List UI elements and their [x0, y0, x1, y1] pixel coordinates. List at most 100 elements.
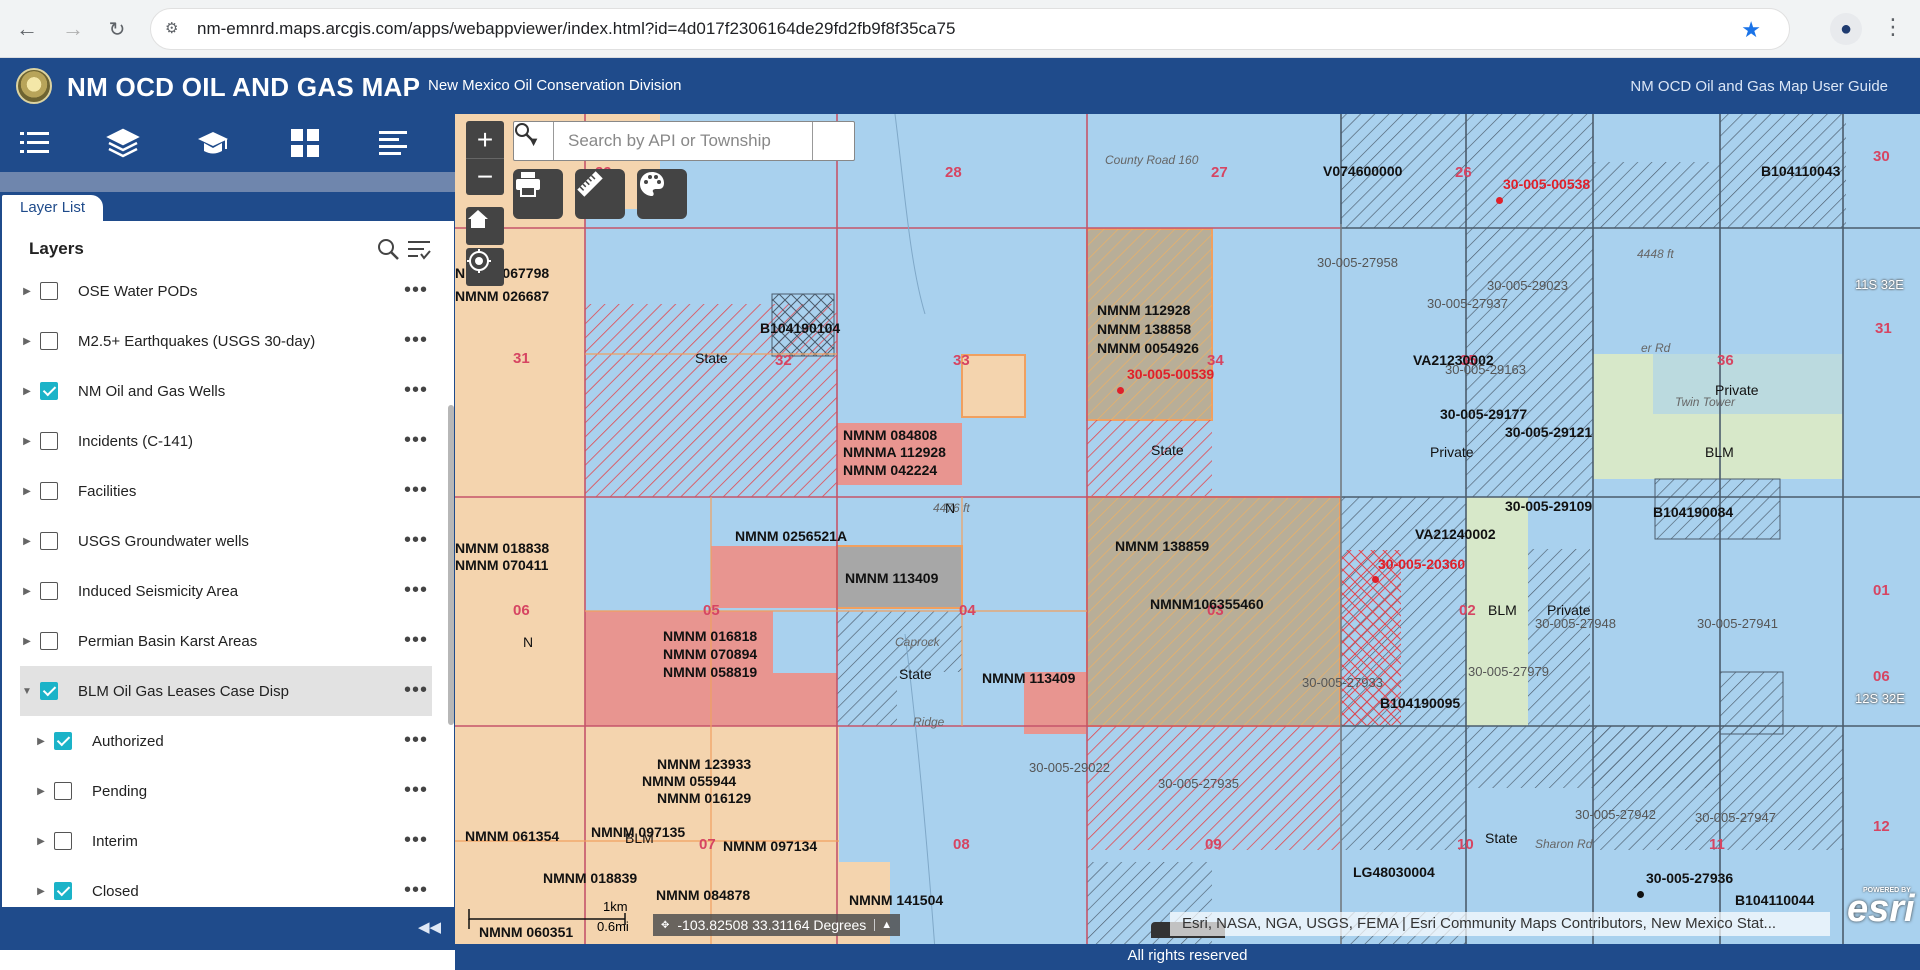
layer-row[interactable]: ▶ USGS Groundwater wells ••• — [20, 516, 432, 566]
profile-icon[interactable]: ● — [1830, 13, 1862, 45]
bookmark-star-icon[interactable]: ★ — [1741, 17, 1761, 43]
caret-right-icon[interactable]: ▶ — [20, 436, 34, 447]
back-icon[interactable]: ← — [12, 14, 42, 44]
layer-options-icon[interactable]: ••• — [404, 330, 428, 350]
filter-options-icon[interactable] — [406, 237, 432, 261]
reload-icon[interactable]: ↻ — [102, 14, 132, 44]
caret-right-icon[interactable]: ▶ — [20, 286, 34, 297]
layer-options-icon[interactable]: ••• — [404, 430, 428, 450]
layer-options-icon[interactable]: ••• — [404, 530, 428, 550]
section-number: 06 — [1873, 668, 1890, 685]
well-marker[interactable] — [1637, 891, 1644, 898]
address-bar[interactable]: ⚙ nm-emnrd.maps.arcgis.com/apps/webappvi… — [150, 8, 1790, 50]
forward-icon[interactable]: → — [58, 14, 88, 44]
widget-toolbar — [0, 114, 455, 172]
layer-visibility-checkbox[interactable] — [40, 382, 58, 400]
layer-row[interactable]: ▶ Closed ••• — [20, 866, 432, 907]
home-icon[interactable] — [466, 207, 504, 245]
caret-right-icon[interactable]: ▶ — [34, 886, 48, 897]
layer-visibility-checkbox[interactable] — [54, 882, 72, 900]
layer-row[interactable]: ▶ Interim ••• — [20, 816, 432, 866]
well-marker[interactable] — [1117, 387, 1124, 394]
lease-label: B104190084 — [1653, 504, 1734, 520]
coordinate-icon[interactable]: ✥ — [661, 920, 669, 931]
layer-row[interactable]: ▶ Induced Seismicity Area ••• — [20, 566, 432, 616]
zoom-out-button[interactable]: − — [466, 158, 504, 195]
section-number: 28 — [945, 164, 962, 181]
layer-row[interactable]: ▶ NM Oil and Gas Wells ••• — [20, 366, 432, 416]
basemap-layers-icon[interactable] — [106, 126, 140, 160]
draw-palette-icon[interactable] — [637, 169, 687, 219]
layer-visibility-checkbox[interactable] — [40, 282, 58, 300]
layer-visibility-checkbox[interactable] — [40, 482, 58, 500]
layer-options-icon[interactable]: ••• — [404, 380, 428, 400]
coordinate-toggle-icon[interactable]: ▲ — [874, 919, 892, 931]
well-marker[interactable] — [1496, 197, 1503, 204]
browser-menu-icon[interactable]: ⋮ — [1882, 14, 1904, 40]
layer-visibility-checkbox[interactable] — [40, 582, 58, 600]
caret-down-icon[interactable]: ▼ — [20, 686, 34, 697]
section-number: 05 — [703, 602, 720, 619]
layer-options-icon[interactable]: ••• — [404, 480, 428, 500]
caret-right-icon[interactable]: ▶ — [34, 836, 48, 847]
layer-visibility-checkbox[interactable] — [40, 532, 58, 550]
coordinate-text: -103.82508 33.31164 Degrees — [677, 917, 867, 933]
layer-options-icon[interactable]: ••• — [404, 680, 428, 700]
layer-row[interactable]: ▶ M2.5+ Earthquakes (USGS 30-day) ••• — [20, 316, 432, 366]
zoom-in-button[interactable]: + — [466, 121, 504, 158]
layer-list-icon[interactable] — [18, 126, 52, 160]
layer-options-icon[interactable]: ••• — [404, 580, 428, 600]
graduation-cap-icon[interactable] — [196, 126, 230, 160]
layer-visibility-checkbox[interactable] — [40, 432, 58, 450]
map-view[interactable]: 2928272630313233343536310605040302010607… — [455, 114, 1920, 950]
grid-widgets-icon[interactable] — [288, 126, 322, 160]
caret-right-icon[interactable]: ▶ — [34, 736, 48, 747]
layer-options-icon[interactable]: ••• — [404, 880, 428, 900]
well-marker[interactable] — [1372, 576, 1379, 583]
layer-options-icon[interactable]: ••• — [404, 830, 428, 850]
esri-logo[interactable]: esri — [1847, 890, 1915, 928]
section-number: 09 — [1205, 836, 1222, 853]
layer-options-icon[interactable]: ••• — [404, 630, 428, 650]
road-label: Caprock — [895, 635, 940, 649]
layer-row[interactable]: ▶ Facilities ••• — [20, 466, 432, 516]
layer-visibility-checkbox[interactable] — [40, 632, 58, 650]
search-icon[interactable] — [376, 237, 400, 261]
layer-row[interactable]: ▶ Permian Basin Karst Areas ••• — [20, 616, 432, 666]
caret-right-icon[interactable]: ▶ — [20, 386, 34, 397]
caret-right-icon[interactable]: ▶ — [20, 536, 34, 547]
search-submit-icon[interactable] — [515, 122, 854, 160]
layer-visibility-checkbox[interactable] — [40, 332, 58, 350]
layer-row[interactable]: ▶ Authorized ••• — [20, 716, 432, 766]
tab-layer-list[interactable]: Layer List — [2, 195, 104, 221]
layer-options-icon[interactable]: ••• — [404, 780, 428, 800]
layer-options-icon[interactable]: ••• — [404, 730, 428, 750]
layer-row[interactable]: ▶ Incidents (C-141) ••• — [20, 416, 432, 466]
site-info-icon[interactable]: ⚙ — [165, 19, 185, 39]
ownership-label: Private — [1715, 382, 1759, 398]
layer-row[interactable]: ▶ OSE Water PODs ••• — [20, 266, 432, 316]
layer-visibility-checkbox[interactable] — [54, 832, 72, 850]
print-icon[interactable] — [513, 169, 563, 219]
legend-list-icon[interactable] — [376, 126, 410, 160]
measure-ruler-icon[interactable] — [575, 169, 625, 219]
panel-scrollbar[interactable] — [448, 405, 454, 725]
lease-label: NMNM 070411 — [455, 557, 549, 573]
scale-km: 1km — [603, 899, 628, 914]
layer-visibility-checkbox[interactable] — [54, 782, 72, 800]
layer-row[interactable]: ▶ Pending ••• — [20, 766, 432, 816]
caret-right-icon[interactable]: ▶ — [20, 586, 34, 597]
user-guide-link[interactable]: NM OCD Oil and Gas Map User Guide — [1630, 78, 1888, 95]
collapse-panel-icon[interactable]: ◀◀ — [418, 918, 441, 936]
layer-visibility-checkbox[interactable] — [40, 682, 58, 700]
caret-right-icon[interactable]: ▶ — [34, 786, 48, 797]
caret-right-icon[interactable]: ▶ — [20, 336, 34, 347]
search-input[interactable] — [554, 131, 812, 151]
layer-options-icon[interactable]: ••• — [404, 280, 428, 300]
caret-right-icon[interactable]: ▶ — [20, 486, 34, 497]
caret-right-icon[interactable]: ▶ — [20, 636, 34, 647]
layer-row[interactable]: ▼ BLM Oil Gas Leases Case Disp ••• — [20, 666, 432, 716]
well-label: 30-005-27958 — [1317, 255, 1398, 270]
layer-visibility-checkbox[interactable] — [54, 732, 72, 750]
my-location-icon[interactable] — [466, 248, 504, 286]
